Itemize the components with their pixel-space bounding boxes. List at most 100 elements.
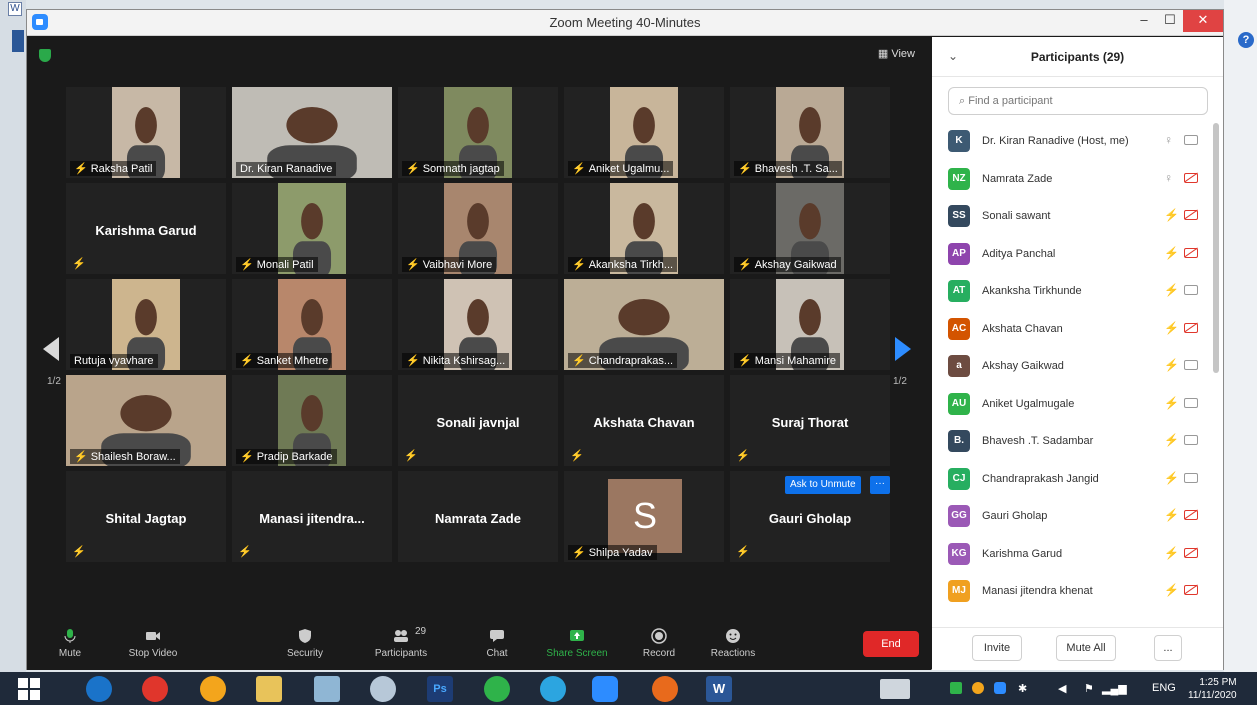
- photoshop-icon[interactable]: Ps: [427, 676, 453, 702]
- video-tile[interactable]: ⚡ Vaibhavi More: [398, 183, 558, 274]
- video-tile[interactable]: ⚡ Somnath jagtap: [398, 87, 558, 178]
- tray-chrome-icon[interactable]: [972, 682, 984, 694]
- participant-row[interactable]: GG Gauri Gholap ⚡: [932, 498, 1212, 535]
- microphone-icon[interactable]: ♀: [1164, 133, 1173, 147]
- chat-button[interactable]: Chat: [457, 628, 537, 659]
- tray-zoom-icon[interactable]: [994, 682, 1006, 694]
- internet-explorer-icon[interactable]: [86, 676, 112, 702]
- video-camera-icon[interactable]: [1184, 435, 1198, 445]
- video-tile[interactable]: Dr. Kiran Ranadive: [232, 87, 392, 178]
- video-tile[interactable]: Namrata Zade: [398, 471, 558, 562]
- muted-mic-icon[interactable]: ⚡: [1164, 246, 1179, 260]
- keyboard-icon[interactable]: [880, 679, 910, 699]
- muted-mic-icon[interactable]: ⚡: [1164, 358, 1179, 372]
- flag-icon[interactable]: ⚑: [1084, 682, 1094, 695]
- video-tile[interactable]: ⚡ Monali Patil: [232, 183, 392, 274]
- media-player-icon[interactable]: [200, 676, 226, 702]
- video-tile[interactable]: ⚡ Mansi Mahamire: [730, 279, 890, 370]
- video-tile[interactable]: ⚡ Nikita Kshirsag...: [398, 279, 558, 370]
- calculator-icon[interactable]: [314, 676, 340, 702]
- video-tile[interactable]: Rutuja vyavhare: [66, 279, 226, 370]
- muted-mic-icon[interactable]: ⚡: [1164, 583, 1179, 597]
- paint-icon[interactable]: [370, 676, 396, 702]
- muted-mic-icon[interactable]: ⚡: [1164, 471, 1179, 485]
- ask-to-unmute-button[interactable]: Ask to Unmute: [785, 476, 861, 494]
- close-button[interactable]: ✕: [1183, 10, 1223, 32]
- participant-row[interactable]: CJ Chandraprakash Jangid ⚡: [932, 461, 1212, 498]
- video-tile[interactable]: Manasi jitendra... ⚡: [232, 471, 392, 562]
- bluetooth-icon[interactable]: ✱: [1018, 682, 1027, 695]
- video-off-icon[interactable]: [1184, 547, 1198, 558]
- participant-row[interactable]: AP Aditya Panchal ⚡: [932, 236, 1212, 273]
- view-button[interactable]: ▦ View: [878, 47, 915, 60]
- participant-list-scrollbar[interactable]: [1213, 123, 1219, 373]
- video-off-icon[interactable]: [1184, 172, 1198, 183]
- clock[interactable]: 1:25 PM 11/11/2020: [1188, 676, 1237, 702]
- video-tile[interactable]: ⚡ Akanksha Tirkh...: [564, 183, 724, 274]
- video-off-icon[interactable]: [1184, 585, 1198, 595]
- video-off-icon[interactable]: [1184, 510, 1198, 520]
- muted-mic-icon[interactable]: ⚡: [1164, 208, 1179, 222]
- tray-app-icon[interactable]: [950, 682, 962, 694]
- video-tile[interactable]: Gauri Gholap ⚡ Ask to Unmute ···: [730, 471, 890, 562]
- video-tile[interactable]: Shital Jagtap ⚡: [66, 471, 226, 562]
- security-button[interactable]: Security: [265, 628, 345, 659]
- participant-row[interactable]: K Dr. Kiran Ranadive (Host, me) ♀: [932, 123, 1212, 160]
- reactions-button[interactable]: Reactions: [693, 628, 773, 659]
- participant-row[interactable]: B. Bhavesh .T. Sadambar ⚡: [932, 423, 1212, 460]
- video-tile[interactable]: Akshata Chavan ⚡: [564, 375, 724, 466]
- video-tile[interactable]: Sonali javnjal ⚡: [398, 375, 558, 466]
- video-tile[interactable]: ⚡ Pradip Barkade: [232, 375, 392, 466]
- participant-row[interactable]: NZ Namrata Zade ♀: [932, 161, 1212, 198]
- windows-start-icon[interactable]: [18, 678, 40, 700]
- end-meeting-button[interactable]: End: [863, 631, 919, 657]
- participant-row[interactable]: MJ Manasi jitendra khenat ⚡: [932, 573, 1212, 610]
- mute-button[interactable]: Mute: [30, 628, 110, 659]
- participants-button[interactable]: Participants: [361, 628, 441, 659]
- participant-row[interactable]: AU Aniket Ugalmugale ⚡: [932, 386, 1212, 423]
- video-tile[interactable]: Karishma Garud ⚡: [66, 183, 226, 274]
- video-tile[interactable]: ⚡ Raksha Patil: [66, 87, 226, 178]
- video-camera-icon[interactable]: [1184, 397, 1198, 408]
- video-off-icon[interactable]: [1184, 322, 1198, 333]
- video-tile[interactable]: ⚡ Akshay Gaikwad: [730, 183, 890, 274]
- participant-row[interactable]: AC Akshata Chavan ⚡: [932, 311, 1212, 348]
- participant-row[interactable]: a Akshay Gaikwad ⚡: [932, 348, 1212, 385]
- signal-icon[interactable]: ▂▄▆: [1102, 682, 1127, 695]
- tile-more-button[interactable]: ···: [870, 476, 890, 494]
- more-options-button[interactable]: ...: [1154, 635, 1182, 661]
- muted-mic-icon[interactable]: ⚡: [1164, 546, 1179, 560]
- video-off-icon[interactable]: [1184, 210, 1198, 220]
- whatsapp-icon[interactable]: [484, 676, 510, 702]
- language-indicator[interactable]: ENG: [1152, 682, 1176, 694]
- stop-video-button[interactable]: Stop Video: [113, 628, 193, 659]
- maximize-button[interactable]: ☐: [1157, 10, 1183, 32]
- video-off-icon[interactable]: [1184, 247, 1198, 258]
- participant-row[interactable]: SS Sonali sawant ⚡: [932, 198, 1212, 235]
- word-taskbar-icon[interactable]: W: [706, 676, 732, 702]
- firefox-icon[interactable]: [652, 676, 678, 702]
- video-tile[interactable]: ⚡ Sanket Mhetre: [232, 279, 392, 370]
- video-tile[interactable]: Suraj Thorat ⚡: [730, 375, 890, 466]
- telegram-icon[interactable]: [540, 676, 566, 702]
- muted-mic-icon[interactable]: ⚡: [1164, 283, 1179, 297]
- next-page-arrow-icon[interactable]: [895, 337, 911, 361]
- share-screen-button[interactable]: Share Screen: [537, 628, 617, 659]
- zoom-taskbar-icon[interactable]: [592, 676, 618, 702]
- video-camera-icon[interactable]: [1184, 360, 1198, 370]
- help-icon[interactable]: ?: [1238, 32, 1254, 48]
- participant-row[interactable]: KG Karishma Garud ⚡: [932, 536, 1212, 573]
- video-camera-icon[interactable]: [1184, 472, 1198, 483]
- muted-mic-icon[interactable]: ⚡: [1164, 508, 1179, 522]
- video-camera-icon[interactable]: [1184, 135, 1198, 145]
- video-tile[interactable]: ⚡ Bhavesh .T. Sa...: [730, 87, 890, 178]
- mute-all-button[interactable]: Mute All: [1056, 635, 1116, 661]
- minimize-button[interactable]: –: [1131, 10, 1157, 32]
- muted-mic-icon[interactable]: ⚡: [1164, 396, 1179, 410]
- muted-mic-icon[interactable]: ⚡: [1164, 321, 1179, 335]
- record-button[interactable]: Record: [619, 628, 699, 659]
- file-explorer-icon[interactable]: [256, 676, 282, 702]
- previous-page-arrow-icon[interactable]: [43, 337, 59, 361]
- participant-row[interactable]: AT Akanksha Tirkhunde ⚡: [932, 273, 1212, 310]
- microphone-icon[interactable]: ♀: [1164, 171, 1173, 185]
